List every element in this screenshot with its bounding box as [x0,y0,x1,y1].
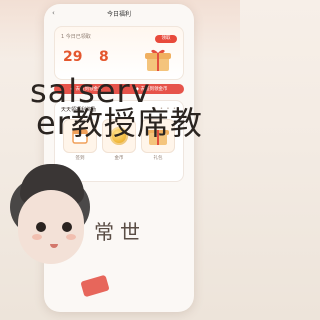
page-title: 今日福利 [106,10,131,18]
mascot-character [0,164,110,314]
overlay-text-bottom: 常世 [94,220,146,244]
tile-signin-label: 签到 [75,156,85,161]
mascot-cheek-left [32,234,42,240]
reward-amount-left: 29 [63,49,83,65]
reward-gift-icon [143,47,173,73]
mascot-cheek-right [66,234,76,240]
back-icon[interactable]: ‹ [52,9,55,17]
page-header: ‹ 今日福利 [44,4,194,22]
overlay-text-line2: er教授席教 [36,104,203,142]
mascot-eye-right [62,222,72,232]
tile-coin-label: 金币 [114,156,124,161]
tile-gift-label: 礼包 [153,156,163,161]
reward-label: 1 今日已领取 [61,34,91,40]
mascot-face [18,190,84,264]
reward-amount-right: 8 [99,49,109,65]
claim-pill-button[interactable]: 领取 [155,35,177,43]
mascot-eye-left [36,222,46,232]
